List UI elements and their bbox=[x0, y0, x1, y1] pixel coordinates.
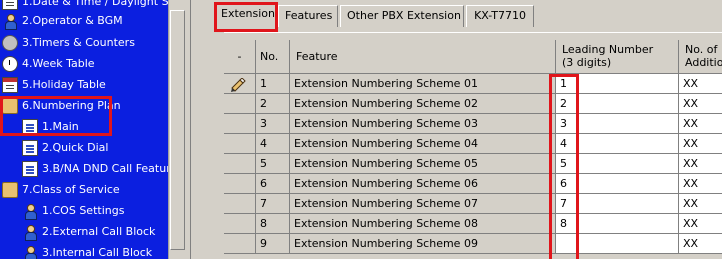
additional-digits-cell[interactable]: XX bbox=[679, 94, 722, 114]
leading-number-cell[interactable]: 3 bbox=[556, 114, 679, 134]
tab-label: KX-T7710 bbox=[474, 9, 526, 22]
pencil-edit-icon bbox=[231, 78, 246, 92]
week-table-icon bbox=[2, 56, 18, 72]
tab-other-pbx-extension[interactable]: Other PBX Extension bbox=[340, 5, 464, 27]
tree-item-label: 4.Week Table bbox=[22, 57, 95, 70]
leading-number-cell[interactable]: 2 bbox=[556, 94, 679, 114]
leading-number-cell[interactable]: 1 bbox=[556, 74, 679, 94]
row-marker-cell bbox=[224, 94, 256, 114]
additional-digits-cell[interactable]: XX bbox=[679, 194, 722, 214]
feature-cell: Extension Numbering Scheme 06 bbox=[290, 174, 556, 194]
leading-number-cell[interactable]: 8 bbox=[556, 214, 679, 234]
row-marker-cell bbox=[224, 134, 256, 154]
additional-digits-cell[interactable]: XX bbox=[679, 74, 722, 94]
row-number-cell: 2 bbox=[256, 94, 290, 114]
header-label: - bbox=[237, 50, 242, 63]
divider bbox=[190, 0, 191, 259]
person-icon bbox=[22, 203, 38, 220]
header-label: No. of bbox=[685, 43, 718, 56]
document-icon bbox=[22, 119, 38, 135]
navigation-tree: 1.Date & Time / Daylight Saving 2.Operat… bbox=[0, 0, 168, 259]
folder-open-icon bbox=[2, 182, 18, 198]
feature-cell: Extension Numbering Scheme 01 bbox=[290, 74, 556, 94]
tree-item-label: 1.COS Settings bbox=[42, 204, 125, 217]
tree-item-label: 3.Timers & Counters bbox=[22, 36, 135, 49]
additional-digits-cell[interactable]: XX bbox=[679, 114, 722, 134]
column-header-feature: Feature bbox=[290, 40, 556, 74]
additional-digits-cell[interactable]: XX bbox=[679, 134, 722, 154]
tab-label: Other PBX Extension bbox=[347, 9, 461, 22]
row-marker-cell bbox=[224, 234, 256, 254]
holiday-icon bbox=[2, 77, 18, 93]
leading-number-cell[interactable]: 7 bbox=[556, 194, 679, 214]
person-icon bbox=[22, 224, 38, 241]
header-label: No. bbox=[260, 50, 279, 63]
operator-icon bbox=[2, 13, 18, 30]
additional-digits-cell[interactable]: XX bbox=[679, 234, 722, 254]
additional-digits-cell[interactable]: XX bbox=[679, 174, 722, 194]
row-number-cell: 1 bbox=[256, 74, 290, 94]
feature-cell: Extension Numbering Scheme 08 bbox=[290, 214, 556, 234]
feature-cell: Extension Numbering Scheme 09 bbox=[290, 234, 556, 254]
row-number-cell: 8 bbox=[256, 214, 290, 234]
row-marker-cell bbox=[224, 194, 256, 214]
tree-item-label: 1.Main bbox=[42, 117, 79, 137]
feature-cell: Extension Numbering Scheme 03 bbox=[290, 114, 556, 134]
row-marker-cell bbox=[224, 154, 256, 174]
row-number-cell: 4 bbox=[256, 134, 290, 154]
tree-item-label: 5.Holiday Table bbox=[22, 78, 106, 91]
tree-scrollbar[interactable] bbox=[168, 0, 186, 259]
tree-item-label: 7.Class of Service bbox=[22, 183, 120, 196]
document-icon bbox=[22, 140, 38, 156]
row-number-cell: 5 bbox=[256, 154, 290, 174]
leading-number-cell[interactable]: 6 bbox=[556, 174, 679, 194]
column-header-no: No. bbox=[256, 40, 290, 74]
document-icon bbox=[22, 161, 38, 177]
leading-number-cell[interactable]: 4 bbox=[556, 134, 679, 154]
row-marker-cell bbox=[224, 114, 256, 134]
header-sublabel: (3 digits) bbox=[562, 56, 612, 69]
row-marker-cell bbox=[224, 174, 256, 194]
feature-cell: Extension Numbering Scheme 02 bbox=[290, 94, 556, 114]
column-header-marker: - bbox=[224, 40, 256, 74]
feature-cell: Extension Numbering Scheme 05 bbox=[290, 154, 556, 174]
additional-digits-cell[interactable]: XX bbox=[679, 214, 722, 234]
tab-panel-edge bbox=[224, 32, 722, 33]
header-sublabel: Addition bbox=[685, 56, 722, 69]
tab-kx-t7710[interactable]: KX-T7710 bbox=[466, 5, 534, 27]
column-header-leading-number: Leading Number (3 digits) bbox=[556, 40, 679, 74]
header-label: Leading Number bbox=[562, 43, 654, 56]
scrollbar-thumb[interactable] bbox=[170, 10, 185, 250]
person-icon bbox=[22, 245, 38, 259]
tab-label: Features bbox=[285, 9, 333, 22]
column-header-additional: No. of Addition bbox=[679, 40, 722, 74]
tree-item-label: 3.B/NA DND Call Feature bbox=[42, 162, 168, 175]
row-marker-cell bbox=[224, 214, 256, 234]
folder-open-icon bbox=[2, 98, 18, 114]
feature-cell: Extension Numbering Scheme 04 bbox=[290, 134, 556, 154]
header-label: Feature bbox=[296, 50, 338, 63]
tree-item-label: 3.Internal Call Block bbox=[42, 246, 153, 259]
row-number-cell: 7 bbox=[256, 194, 290, 214]
tab-extension[interactable]: Extension bbox=[214, 3, 276, 28]
feature-cell: Extension Numbering Scheme 07 bbox=[290, 194, 556, 214]
tab-label: Extension bbox=[221, 7, 276, 20]
leading-number-cell[interactable] bbox=[556, 234, 679, 254]
row-number-cell: 6 bbox=[256, 174, 290, 194]
row-number-cell: 9 bbox=[256, 234, 290, 254]
tree-item-label: 2.Quick Dial bbox=[42, 141, 109, 154]
tree-item-label: 6.Numbering Plan bbox=[22, 99, 121, 112]
tree-item-label: 2.External Call Block bbox=[42, 225, 156, 238]
leading-number-cell[interactable]: 5 bbox=[556, 154, 679, 174]
tab-features[interactable]: Features bbox=[278, 5, 338, 27]
calendar-icon bbox=[2, 0, 18, 10]
tree-item-label: 2.Operator & BGM bbox=[22, 14, 123, 27]
timer-icon bbox=[2, 35, 18, 51]
additional-digits-cell[interactable]: XX bbox=[679, 154, 722, 174]
row-number-cell: 3 bbox=[256, 114, 290, 134]
